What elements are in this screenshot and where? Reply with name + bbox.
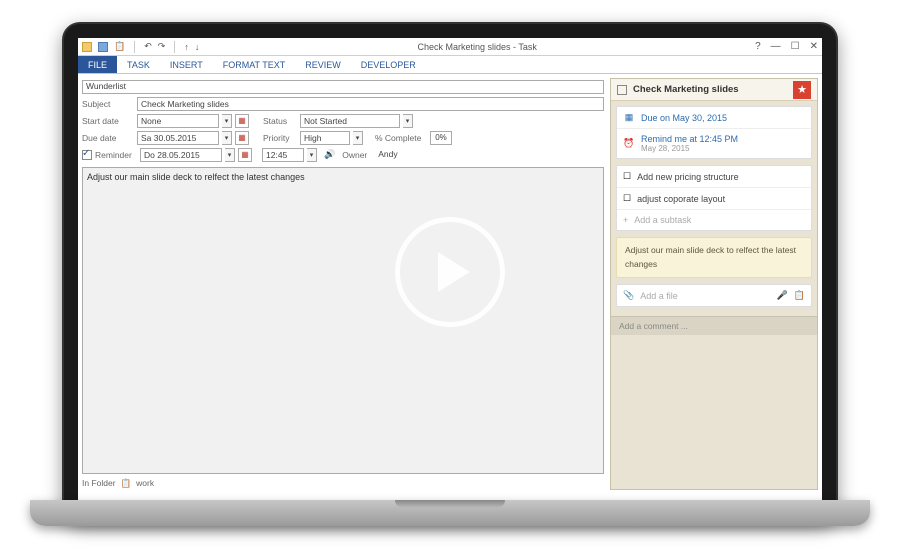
subject-field[interactable]: Check Marketing slides — [137, 97, 604, 111]
minimize-button[interactable]: — — [771, 41, 781, 52]
title-bar: 📋 ↶ ↷ ↑ ↓ Check Marketing slides - Task … — [78, 38, 822, 56]
move-up-icon[interactable]: ↑ — [184, 42, 189, 52]
subtask-row[interactable]: ☐ adjust coporate layout — [617, 188, 811, 210]
close-button[interactable]: ✕ — [810, 41, 818, 52]
remind-subtext: May 28, 2015 — [641, 144, 738, 153]
task-form: Wunderlist Subject Check Marketing slide… — [82, 78, 604, 490]
priority-field[interactable]: High — [300, 131, 350, 145]
reminder-label: Reminder — [95, 150, 137, 160]
tab-file[interactable]: FILE — [78, 56, 117, 73]
play-button-overlay[interactable] — [395, 217, 505, 327]
owner-value: Andy — [375, 148, 415, 162]
folder-name[interactable]: work — [136, 478, 154, 488]
help-button[interactable]: ? — [755, 41, 761, 52]
panel-title: Check Marketing slides — [633, 84, 739, 95]
start-date-dropdown[interactable]: ▾ — [222, 114, 232, 128]
footer: In Folder 📋 work — [82, 476, 604, 490]
tab-developer[interactable]: DEVELOPER — [351, 56, 426, 73]
start-date-label: Start date — [82, 116, 134, 126]
reminder-time-dropdown[interactable]: ▾ — [307, 148, 317, 162]
due-row[interactable]: ▦ Due on May 30, 2015 — [617, 107, 811, 129]
category-field[interactable]: Wunderlist — [82, 80, 604, 94]
panel-header: Check Marketing slides ★ — [611, 79, 817, 101]
priority-dropdown[interactable]: ▾ — [353, 131, 363, 145]
status-field[interactable]: Not Started — [300, 114, 400, 128]
add-file-text: Add a file — [640, 291, 678, 301]
folder-icon[interactable] — [82, 42, 92, 52]
plus-icon: + — [623, 215, 628, 225]
subtask-text: adjust coporate layout — [637, 194, 725, 204]
reminder-checkbox[interactable] — [82, 150, 92, 160]
calendar-icon: ▦ — [623, 112, 635, 123]
subtasks-card: ☐ Add new pricing structure ☐ adjust cop… — [616, 165, 812, 231]
note-card[interactable]: Adjust our main slide deck to relfect th… — [616, 237, 812, 278]
subtask-text: Add new pricing structure — [637, 172, 739, 182]
calendar-icon[interactable]: ▦ — [235, 114, 249, 128]
laptop-notch — [395, 500, 505, 508]
add-file-row[interactable]: 📎 Add a file 🎤 📋 — [617, 285, 811, 306]
folder-icon: 📋 — [121, 478, 132, 489]
start-date-field[interactable]: None — [137, 114, 219, 128]
clipboard-icon[interactable]: 📋 — [794, 290, 805, 301]
save-icon[interactable] — [98, 42, 108, 52]
subtask-row[interactable]: ☐ Add new pricing structure — [617, 166, 811, 188]
mic-icon[interactable]: 🎤 — [777, 290, 788, 301]
add-comment-row[interactable]: Add a comment ... — [611, 316, 817, 335]
status-label: Status — [263, 116, 297, 126]
alarm-icon: ⏰ — [623, 138, 635, 149]
clipboard-icon[interactable]: 📋 — [114, 41, 125, 52]
pct-complete-stepper[interactable]: 0% — [430, 131, 452, 145]
separator — [134, 41, 135, 53]
add-subtask-row[interactable]: + Add a subtask — [617, 210, 811, 230]
notes-textarea[interactable] — [82, 167, 604, 474]
maximize-button[interactable]: ☐ — [791, 41, 800, 52]
panel-body: ▦ Due on May 30, 2015 ⏰ Remind me at 12:… — [611, 101, 817, 312]
remind-text: Remind me at 12:45 PM — [641, 134, 738, 144]
star-icon[interactable]: ★ — [793, 81, 811, 99]
tab-task[interactable]: TASK — [117, 56, 160, 73]
subject-label: Subject — [82, 99, 134, 109]
due-date-field[interactable]: Sa 30.05.2015 — [137, 131, 219, 145]
pct-complete-label: % Complete — [375, 133, 427, 143]
add-subtask-text: Add a subtask — [634, 215, 691, 225]
checkbox-icon[interactable]: ☐ — [623, 171, 631, 182]
laptop-frame: 📋 ↶ ↷ ↑ ↓ Check Marketing slides - Task … — [62, 22, 838, 522]
due-text: Due on May 30, 2015 — [641, 113, 727, 123]
undo-icon[interactable]: ↶ — [144, 41, 152, 52]
redo-icon[interactable]: ↷ — [158, 41, 166, 52]
tab-format-text[interactable]: FORMAT TEXT — [213, 56, 296, 73]
window-title: Check Marketing slides - Task — [199, 42, 755, 52]
status-dropdown[interactable]: ▾ — [403, 114, 413, 128]
reminder-time-field[interactable]: 12:45 — [262, 148, 304, 162]
priority-label: Priority — [263, 133, 297, 143]
tab-insert[interactable]: INSERT — [160, 56, 213, 73]
remind-row[interactable]: ⏰ Remind me at 12:45 PM May 28, 2015 — [617, 129, 811, 158]
window-buttons: ? — ☐ ✕ — [755, 41, 818, 52]
separator — [174, 41, 175, 53]
calendar-icon[interactable]: ▦ — [238, 148, 252, 162]
sound-icon[interactable]: 🔊 — [324, 149, 335, 160]
date-card: ▦ Due on May 30, 2015 ⏰ Remind me at 12:… — [616, 106, 812, 159]
task-complete-checkbox[interactable] — [617, 85, 627, 95]
due-date-dropdown[interactable]: ▾ — [222, 131, 232, 145]
owner-label: Owner — [342, 150, 372, 160]
paperclip-icon: 📎 — [623, 290, 634, 301]
checkbox-icon[interactable]: ☐ — [623, 193, 631, 204]
ribbon-tabs: FILE TASK INSERT FORMAT TEXT REVIEW DEVE… — [78, 56, 822, 74]
reminder-date-dropdown[interactable]: ▾ — [225, 148, 235, 162]
calendar-icon[interactable]: ▦ — [235, 131, 249, 145]
tab-review[interactable]: REVIEW — [295, 56, 351, 73]
due-date-label: Due date — [82, 133, 134, 143]
in-folder-label: In Folder — [82, 478, 116, 488]
screen: 📋 ↶ ↷ ↑ ↓ Check Marketing slides - Task … — [78, 38, 822, 506]
wunderlist-panel: Check Marketing slides ★ ▦ Due on May 30… — [610, 78, 818, 490]
attachments-card: 📎 Add a file 🎤 📋 — [616, 284, 812, 307]
reminder-date-field[interactable]: Do 28.05.2015 — [140, 148, 222, 162]
quick-access-toolbar: 📋 ↶ ↷ ↑ ↓ — [82, 41, 199, 53]
